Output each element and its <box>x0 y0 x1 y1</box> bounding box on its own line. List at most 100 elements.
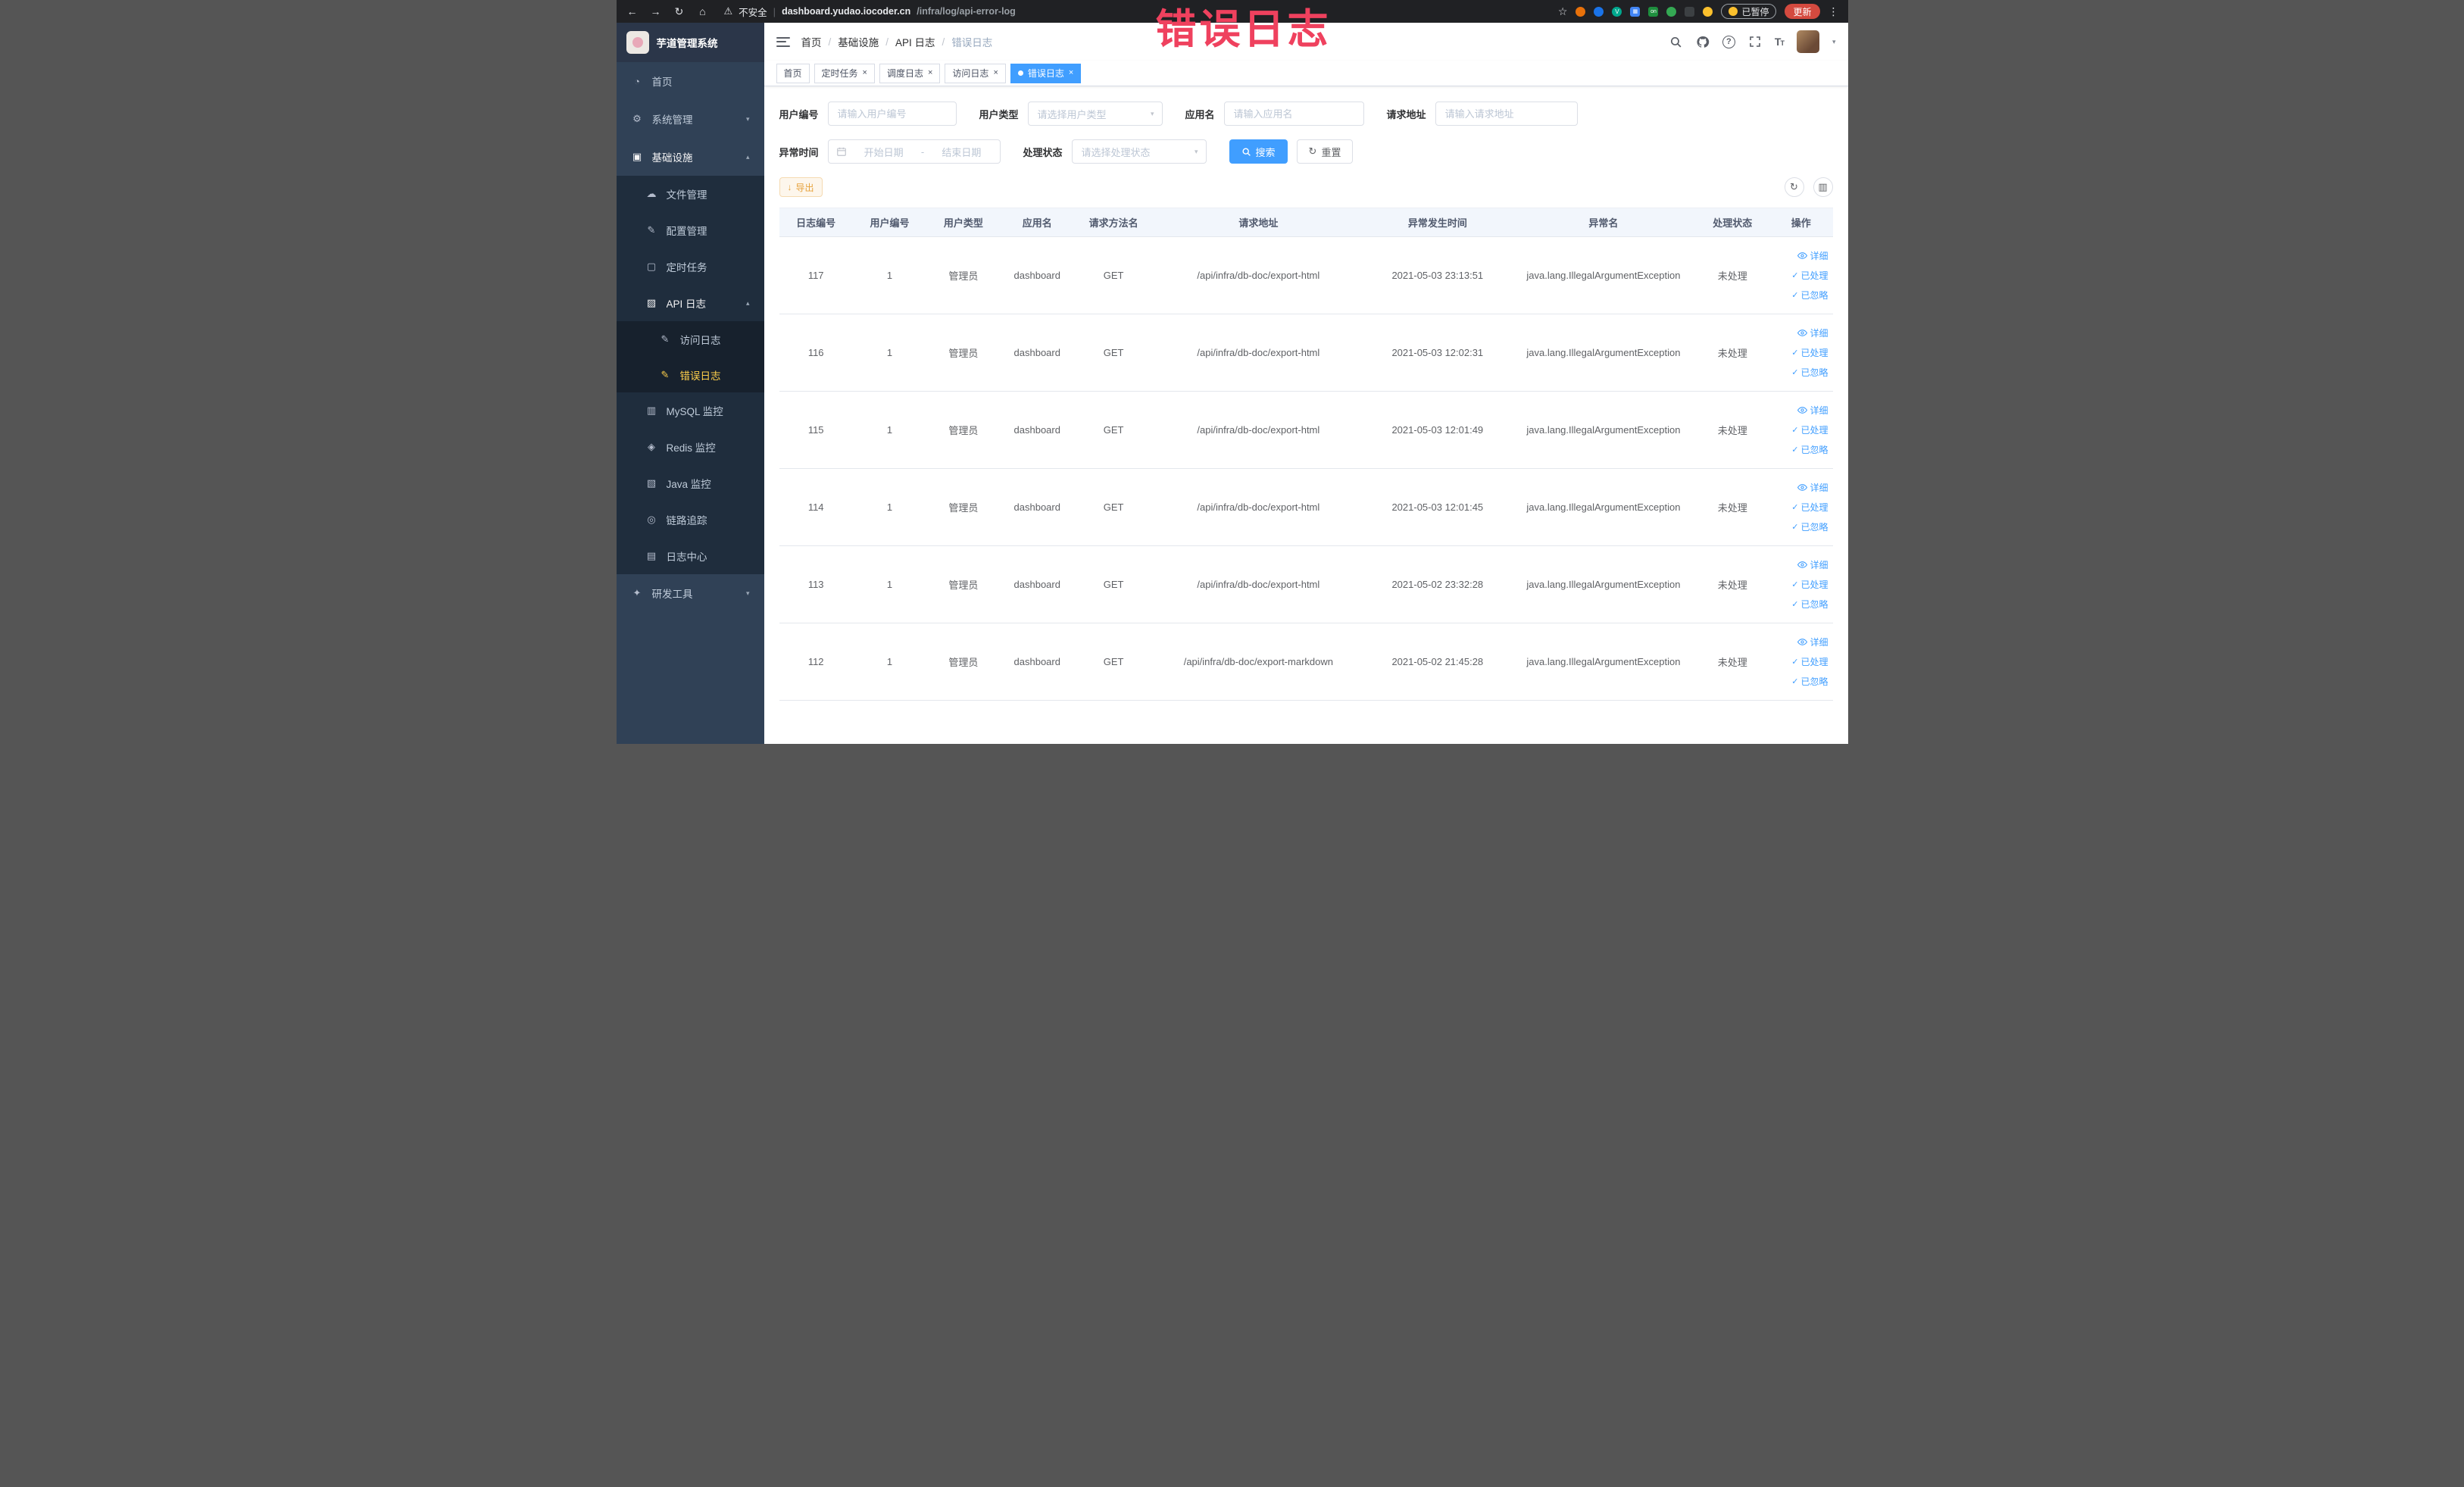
home-icon[interactable]: ⌂ <box>696 5 710 17</box>
sidebar-item-system-mgmt[interactable]: ⚙ 系统管理 ▾ <box>617 100 764 138</box>
mark-ignored-link[interactable]: ✓ 已忽略 <box>1774 286 1828 305</box>
user-id-input[interactable] <box>827 102 957 126</box>
sidebar-item-log-center[interactable]: ▤ 日志中心 <box>617 538 764 574</box>
process-status-select[interactable]: 请选择处理状态 ▾ <box>1071 139 1207 164</box>
detail-link[interactable]: 详细 <box>1774 323 1828 343</box>
user-type-select[interactable]: 请选择用户类型 ▾ <box>1027 102 1163 126</box>
breadcrumb-api-logs[interactable]: API 日志 <box>895 34 935 49</box>
refresh-table-button[interactable]: ↻ <box>1784 177 1804 197</box>
close-icon[interactable]: × <box>928 69 932 77</box>
chrome-menu-icon[interactable]: ⋮ <box>1828 5 1839 18</box>
sidebar-item-file-mgmt[interactable]: ☁ 文件管理 <box>617 176 764 212</box>
mark-processed-link[interactable]: ✓ 已处理 <box>1774 498 1828 517</box>
font-size-icon[interactable]: TT <box>1775 36 1785 48</box>
detail-link[interactable]: 详细 <box>1774 246 1828 266</box>
sidebar-item-trace[interactable]: ◎ 链路追踪 <box>617 501 764 538</box>
extension-green-icon[interactable] <box>1666 6 1677 17</box>
mark-processed-link[interactable]: ✓ 已处理 <box>1774 420 1828 440</box>
bookmark-star-icon[interactable]: ☆ <box>1558 5 1568 18</box>
reset-button[interactable]: ↻ 重置 <box>1296 139 1354 164</box>
mark-ignored-link[interactable]: ✓ 已忽略 <box>1774 595 1828 614</box>
back-icon[interactable]: ← <box>626 5 639 17</box>
sidebar-item-config-mgmt[interactable]: ✎ 配置管理 <box>617 212 764 248</box>
sidebar-item-java-monitor[interactable]: ▧ Java 监控 <box>617 465 764 501</box>
sidebar-item-redis-monitor[interactable]: ◈ Redis 监控 <box>617 429 764 465</box>
sidebar: 芋道管理系统 ◔ 首页 ⚙ 系统管理 ▾ ▣ 基础设施 ▴ ☁ 文件管理 ✎ 配… <box>616 23 764 744</box>
search-button[interactable]: 搜索 <box>1229 139 1288 164</box>
hamburger-icon[interactable] <box>776 36 790 47</box>
extensions-puzzle-icon[interactable] <box>1685 6 1695 17</box>
cell-user-id: 1 <box>852 623 927 701</box>
forward-icon[interactable]: → <box>649 5 663 17</box>
mark-ignored-link[interactable]: ✓ 已忽略 <box>1774 672 1828 692</box>
sidebar-item-dev-tools[interactable]: ✦ 研发工具 ▾ <box>617 574 764 612</box>
cell-status: 未处理 <box>1695 545 1769 623</box>
cell-user-id: 1 <box>852 236 927 314</box>
extension-blue-icon[interactable] <box>1594 6 1604 17</box>
tab-schedule-log[interactable]: 调度日志 × <box>879 63 941 83</box>
sidebar-logo[interactable]: 芋道管理系统 <box>616 23 764 62</box>
breadcrumb-home[interactable]: 首页 <box>801 34 822 49</box>
detail-link[interactable]: 详细 <box>1774 555 1828 575</box>
search-icon[interactable] <box>1669 35 1683 48</box>
date-range-picker[interactable]: 开始日期 - 结束日期 <box>827 139 1001 164</box>
export-button[interactable]: ↓ 导出 <box>779 177 823 197</box>
check-icon: ✓ <box>1791 270 1799 280</box>
col-header-app-name: 应用名 <box>1000 208 1074 237</box>
filter-request-url: 请求地址 <box>1387 102 1578 126</box>
avatar-caret-icon[interactable]: ▾ <box>1832 38 1836 46</box>
mark-processed-link[interactable]: ✓ 已处理 <box>1774 575 1828 595</box>
detail-link[interactable]: 详细 <box>1774 478 1828 498</box>
infrastructure-submenu: ☁ 文件管理 ✎ 配置管理 ▢ 定时任务 ▨ API 日志 ▴ ✎ 访问日志 ✎… <box>616 176 764 574</box>
tab-scheduled-jobs[interactable]: 定时任务 × <box>814 63 875 83</box>
sidebar-item-mysql-monitor[interactable]: ▥ MySQL 监控 <box>617 392 764 429</box>
tab-error-log[interactable]: 错误日志 × <box>1010 63 1082 83</box>
user-avatar[interactable] <box>1796 30 1819 53</box>
detail-link[interactable]: 详细 <box>1774 633 1828 652</box>
paused-badge[interactable]: 已暂停 <box>1721 4 1777 19</box>
eye-icon: ◎ <box>647 514 656 525</box>
calendar-icon <box>836 146 847 157</box>
main-area: 首页 / 基础设施 / API 日志 / 错误日志 ? TT ▾ 首页 定时任务… <box>764 23 1848 744</box>
sidebar-item-home[interactable]: ◔ 首页 <box>617 62 764 100</box>
column-settings-button[interactable]: ▥ <box>1813 177 1833 197</box>
cell-request-url: /api/infra/db-doc/export-html <box>1153 391 1364 469</box>
sidebar-item-error-log[interactable]: ✎ 错误日志 <box>616 357 764 392</box>
cell-app-name: dashboard <box>1000 468 1074 546</box>
mark-ignored-link[interactable]: ✓ 已忽略 <box>1774 363 1828 383</box>
breadcrumb-infrastructure[interactable]: 基础设施 <box>838 34 879 49</box>
app-name-input[interactable] <box>1223 102 1364 126</box>
close-icon[interactable]: × <box>1069 69 1073 77</box>
mark-ignored-link[interactable]: ✓ 已忽略 <box>1774 440 1828 460</box>
sidebar-item-api-logs[interactable]: ▨ API 日志 ▴ <box>617 285 764 321</box>
table-row: 116 1 管理员 dashboard GET /api/infra/db-do… <box>779 314 1833 392</box>
sidebar-item-scheduled-jobs[interactable]: ▢ 定时任务 <box>617 248 764 285</box>
cell-user-type: 管理员 <box>926 545 1001 623</box>
request-url-input[interactable] <box>1435 102 1578 126</box>
fullscreen-icon[interactable] <box>1748 35 1762 48</box>
extension-on-badge-icon[interactable]: on <box>1648 6 1659 17</box>
mark-processed-link[interactable]: ✓ 已处理 <box>1774 652 1828 672</box>
mark-ignored-link[interactable]: ✓ 已忽略 <box>1774 517 1828 537</box>
extension-grid-icon[interactable]: ▦ <box>1630 6 1641 17</box>
extension-orange-icon[interactable] <box>1576 6 1586 17</box>
tab-access-log[interactable]: 访问日志 × <box>945 63 1006 83</box>
address-bar[interactable]: ⚠ 不安全 | dashboard.yudao.iocoder.cn/infra… <box>724 5 1016 19</box>
mark-processed-link[interactable]: ✓ 已处理 <box>1774 266 1828 286</box>
breadcrumb-error-log: 错误日志 <box>951 37 993 48</box>
close-icon[interactable]: × <box>993 69 998 77</box>
github-icon[interactable] <box>1696 35 1710 48</box>
mark-processed-link[interactable]: ✓ 已处理 <box>1774 343 1828 363</box>
refresh-icon[interactable]: ↻ <box>673 5 686 18</box>
cell-request-url: /api/infra/db-doc/export-html <box>1153 468 1364 546</box>
detail-link[interactable]: 详细 <box>1774 401 1828 420</box>
update-button[interactable]: 更新 <box>1785 4 1820 19</box>
cell-status: 未处理 <box>1695 623 1769 701</box>
help-icon[interactable]: ? <box>1722 35 1735 48</box>
tab-home[interactable]: 首页 <box>776 63 810 83</box>
sidebar-item-infrastructure[interactable]: ▣ 基础设施 ▴ <box>617 138 764 176</box>
close-icon[interactable]: × <box>863 69 867 77</box>
sidebar-item-access-log[interactable]: ✎ 访问日志 <box>616 321 764 357</box>
profile-avatar-icon[interactable] <box>1703 6 1713 17</box>
extension-vue-icon[interactable]: V <box>1612 6 1622 17</box>
